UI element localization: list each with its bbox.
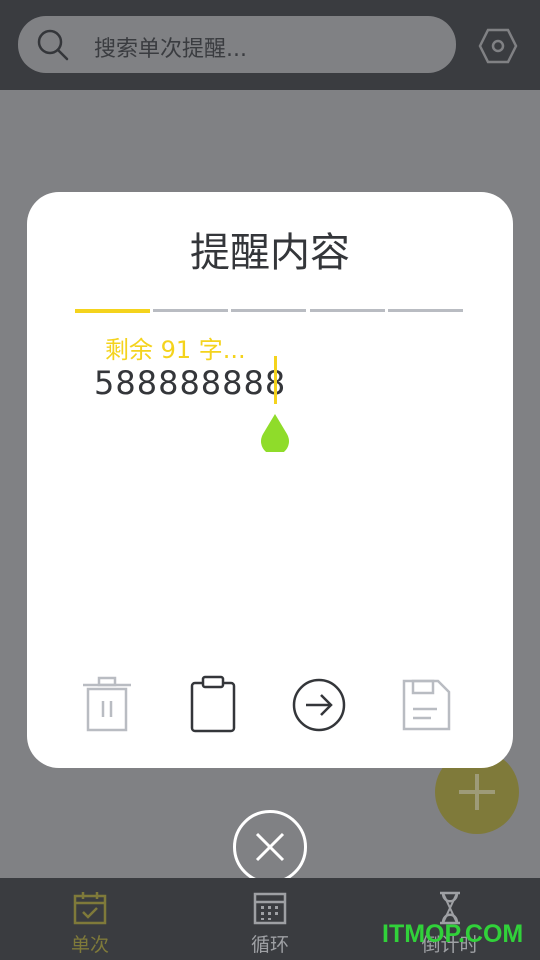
step-4[interactable] — [310, 309, 385, 312]
close-button[interactable] — [233, 810, 307, 884]
step-5[interactable] — [388, 309, 463, 312]
step-2[interactable] — [153, 309, 228, 312]
arrow-right-icon[interactable] — [289, 675, 349, 735]
cursor-handle-icon[interactable] — [259, 412, 291, 452]
dialog-title: 提醒内容 — [190, 230, 350, 276]
search-placeholder[interactable]: 搜索单次提醒... — [94, 31, 247, 63]
calendar-check-icon — [73, 892, 107, 925]
dialog-actions — [27, 675, 513, 735]
text-caret — [274, 356, 277, 404]
step-indicator — [75, 309, 465, 313]
reminder-content-input[interactable]: 588888888 — [94, 364, 286, 402]
settings-hexagon-icon[interactable] — [478, 26, 518, 66]
plus-icon — [459, 774, 495, 810]
nav-label: 单次 — [70, 934, 109, 956]
watermark: ITMOP.COM — [382, 920, 524, 948]
remaining-chars: 剩余 91 字... — [105, 336, 246, 364]
step-3[interactable] — [231, 309, 306, 312]
reminder-dialog: 提醒内容 剩余 91 字... 588888888 — [27, 192, 513, 768]
search-icon — [37, 29, 69, 61]
nav-label: 循环 — [250, 934, 289, 956]
top-bar: 搜索单次提醒... — [0, 0, 540, 90]
calendar-grid-icon — [253, 892, 287, 925]
nav-item-repeat[interactable]: 循环 — [210, 878, 330, 960]
clipboard-icon[interactable] — [183, 675, 243, 735]
trash-icon[interactable] — [77, 675, 137, 735]
save-icon[interactable] — [395, 675, 455, 735]
search-bar[interactable]: 搜索单次提醒... — [18, 16, 456, 73]
nav-item-single[interactable]: 单次 — [30, 878, 150, 960]
close-icon — [255, 832, 285, 862]
step-1[interactable] — [75, 309, 150, 313]
